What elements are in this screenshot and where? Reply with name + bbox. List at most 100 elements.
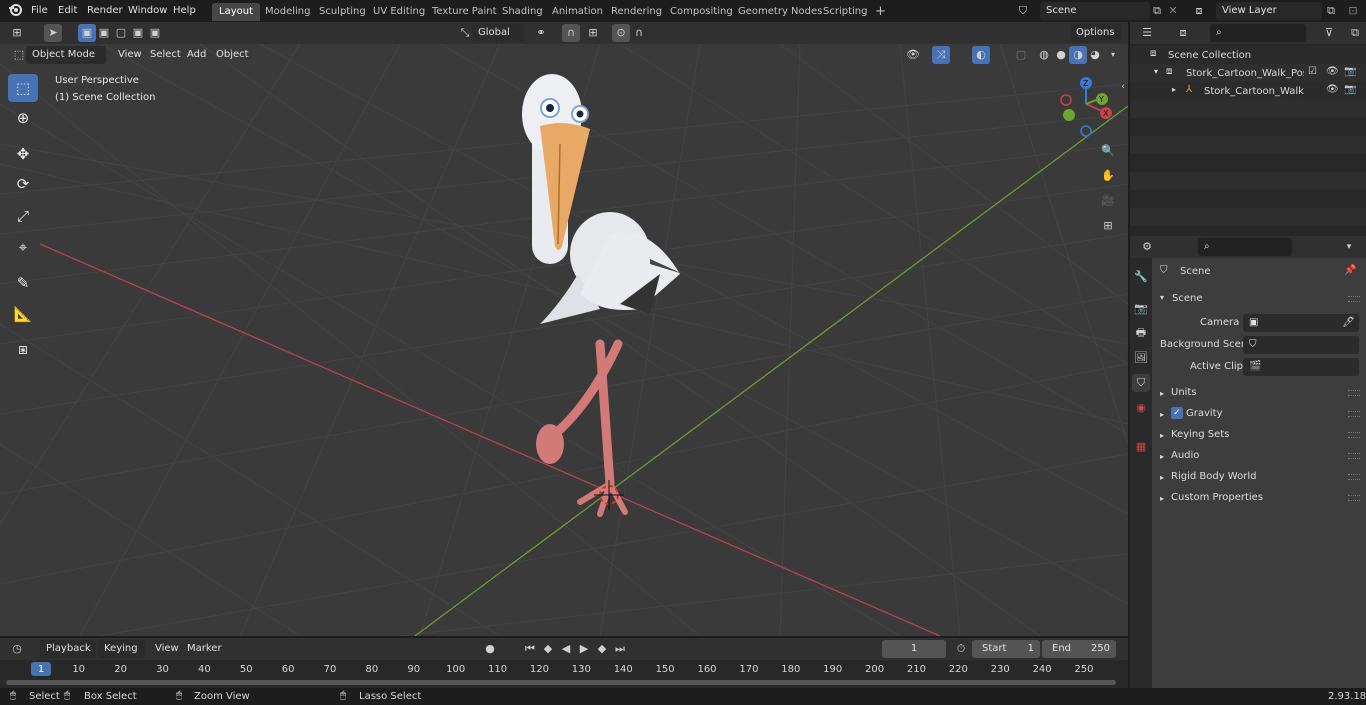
camera-view-icon[interactable]: 🎥 [1099, 192, 1117, 210]
tab-modeling[interactable]: Modeling [258, 3, 318, 21]
stork-model[interactable] [500, 74, 760, 534]
annotate-tool-icon[interactable]: ✎ [8, 269, 38, 297]
blender-logo-icon[interactable] [6, 2, 24, 20]
delete-view-layer-icon[interactable]: ⊡ [1344, 2, 1362, 20]
outliner-row-root[interactable]: ⧈ Scene Collection [1130, 46, 1366, 64]
properties-search-input[interactable]: ⌕ [1198, 238, 1292, 256]
overlay-toggle-icon[interactable]: ◐ [972, 46, 990, 64]
new-view-layer-icon[interactable]: ⧉ [1322, 2, 1340, 20]
add-cube-tool-icon[interactable]: ⧆ [8, 335, 38, 363]
marker-menu[interactable]: Marker [187, 641, 222, 657]
pan-hand-icon[interactable]: ✋ [1099, 167, 1117, 185]
menu-view[interactable]: View [118, 47, 142, 63]
play-icon[interactable]: ▶ [575, 640, 593, 658]
texture-tab-icon[interactable]: ▦ [1132, 438, 1150, 456]
menu-file[interactable]: File [31, 3, 48, 19]
menu-render[interactable]: Render [87, 3, 123, 19]
tab-scripting[interactable]: Scripting [816, 3, 874, 21]
eye-icon[interactable]: 👁 [1326, 66, 1339, 77]
shading-options-icon[interactable]: ▾ [1104, 46, 1122, 64]
ortho-grid-icon[interactable]: ⊞ [1099, 217, 1117, 235]
audio-panel[interactable]: Audio [1171, 447, 1199, 465]
start-frame-field[interactable]: Start 1 [972, 640, 1040, 658]
tab-layout[interactable]: Layout [212, 3, 260, 21]
timeline-scrollbar[interactable] [6, 680, 1116, 685]
tool-tab-icon[interactable]: 🔧 [1132, 268, 1150, 286]
wireframe-shading-icon[interactable]: ◍ [1035, 46, 1053, 64]
display-mode-icon[interactable]: ⧈ [1174, 24, 1192, 42]
menu-help[interactable]: Help [173, 3, 196, 19]
mode-dropdown[interactable]: Object Mode [26, 46, 106, 64]
panel-grip-icon[interactable] [1348, 432, 1360, 438]
panel-grip-icon[interactable] [1348, 495, 1360, 501]
visibility-icon[interactable]: 👁 [904, 46, 922, 64]
checkbox-icon[interactable]: ☑ [1308, 66, 1317, 77]
tab-geometry-nodes[interactable]: Geometry Nodes [731, 3, 829, 21]
move-tool-icon[interactable]: ✥ [8, 140, 38, 168]
tab-rendering[interactable]: Rendering [604, 3, 669, 21]
outliner-row-object[interactable]: ▸ ⅄ Stork_Cartoon_Walk_Pos 👁 📷 [1130, 82, 1366, 100]
outliner-row-collection[interactable]: ▾ ⧈ Stork_Cartoon_Walk_Pose_00 ☑ 👁 📷 [1130, 64, 1366, 82]
panel-grip-icon[interactable] [1348, 411, 1360, 417]
menu-object[interactable]: Object [216, 47, 249, 63]
panel-grip-icon[interactable] [1348, 296, 1360, 302]
camera-icon[interactable]: 📷 [1344, 84, 1356, 95]
navigation-gizmo[interactable]: Z X Y [1052, 74, 1122, 144]
panel-collapse-icon[interactable]: ▸ [1160, 473, 1164, 482]
filter-icon[interactable]: ⊽ [1320, 24, 1338, 42]
rendered-shading-icon[interactable]: ◕ [1086, 46, 1104, 64]
gizmo-toggle-icon[interactable]: ⤨ [932, 46, 950, 64]
panel-collapse-icon[interactable]: ▸ [1160, 431, 1164, 440]
units-panel[interactable]: Units [1171, 384, 1197, 402]
jump-end-icon[interactable]: ⏭ [611, 640, 629, 658]
gravity-checkbox[interactable]: ✓ [1171, 407, 1183, 419]
jump-start-icon[interactable]: ⏮ [521, 640, 539, 658]
tab-sculpting[interactable]: Sculpting [312, 3, 373, 21]
falloff-icon[interactable]: ∩ [630, 24, 648, 42]
panel-collapse-icon[interactable]: ▸ [1160, 410, 1164, 419]
view-layer-icon[interactable]: ⧈ [1190, 2, 1208, 20]
properties-options-icon[interactable]: ▾ [1340, 238, 1358, 256]
end-frame-field[interactable]: End 250 [1042, 640, 1116, 658]
mode-difference-icon[interactable]: ▣ [129, 24, 147, 42]
scene-icon[interactable]: ⛉ [1014, 2, 1032, 20]
panel-expand-icon[interactable]: ▾ [1160, 293, 1164, 302]
eyedropper-icon[interactable]: 🖊 [1342, 314, 1355, 332]
rigid-body-world-panel[interactable]: Rigid Body World [1171, 468, 1256, 486]
pin-icon[interactable]: 📌 [1344, 265, 1356, 276]
current-frame-field[interactable]: 1 [882, 640, 946, 658]
options-dropdown[interactable]: Options [1070, 24, 1122, 42]
view-layer-field[interactable]: View Layer [1216, 2, 1322, 20]
add-workspace-button[interactable]: + [868, 3, 893, 21]
properties-editor-icon[interactable]: ⚙ [1138, 238, 1156, 256]
camera-field[interactable]: ▣ 🖊 [1243, 314, 1359, 332]
material-shading-icon[interactable]: ◑ [1069, 46, 1087, 64]
camera-icon[interactable]: 📷 [1344, 66, 1356, 77]
scale-tool-icon[interactable]: ⤢ [8, 202, 38, 230]
select-box-tool-icon[interactable]: ⬚ [8, 74, 38, 102]
rotate-tool-icon[interactable]: ⟳ [8, 170, 38, 198]
timeline-view-menu[interactable]: View [155, 641, 179, 657]
record-icon[interactable]: ● [481, 640, 499, 658]
select-tool-icon[interactable]: ➤ [44, 24, 62, 42]
proportional-edit-icon[interactable]: ⊙ [612, 24, 630, 42]
view-layer-tab-icon[interactable]: 🖼 [1132, 349, 1150, 367]
xray-icon[interactable]: ▢ [1012, 46, 1030, 64]
keying-sets-panel[interactable]: Keying Sets [1171, 426, 1229, 444]
menu-edit[interactable]: Edit [58, 3, 77, 19]
next-keyframe-icon[interactable]: ◆ [593, 640, 611, 658]
panel-grip-icon[interactable] [1348, 390, 1360, 396]
eye-icon[interactable]: 👁 [1326, 84, 1339, 95]
sidebar-toggle-icon[interactable]: ‹ [1114, 78, 1128, 96]
outliner-search-input[interactable]: ⌕ [1210, 24, 1306, 42]
scene-tab-icon[interactable]: ⛉ [1132, 374, 1150, 392]
new-collection-icon[interactable]: ⧉ [1346, 24, 1364, 42]
orientation-dropdown[interactable]: Global [472, 24, 524, 42]
mode-extend-icon[interactable]: ▣ [95, 24, 113, 42]
tab-compositing[interactable]: Compositing [663, 3, 740, 21]
keying-menu[interactable]: Keying [98, 640, 146, 658]
timeline-editor-icon[interactable]: ◷ [8, 640, 26, 658]
panel-collapse-icon[interactable]: ▸ [1160, 494, 1164, 503]
menu-add[interactable]: Add [187, 47, 206, 63]
world-tab-icon[interactable]: ◉ [1132, 399, 1150, 417]
